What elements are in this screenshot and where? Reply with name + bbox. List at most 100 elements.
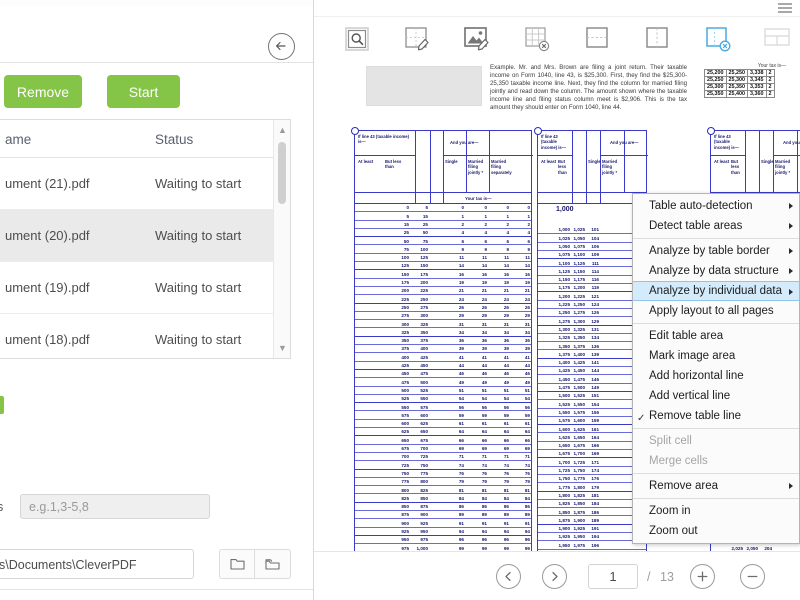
table-row[interactable]: 1,4251,450 144 — [538, 367, 646, 376]
table-row[interactable]: 975 1,000 99 99 99 99 — [355, 544, 531, 551]
selection-handle-top-middle[interactable] — [534, 127, 542, 135]
table-row[interactable]: 15 25 2 2 2 2 — [355, 221, 531, 229]
table-row[interactable]: 50 75 6 6 6 6 — [355, 237, 531, 246]
table-row[interactable]: 200 225 21 21 21 21 — [355, 287, 531, 296]
table-row[interactable]: 225 250 24 24 24 24 — [355, 295, 531, 304]
table-row[interactable]: 1,3251,350 134 — [538, 334, 646, 343]
table-row[interactable]: 1,1251,150 114 — [538, 268, 646, 276]
remove-table-line-tool-button[interactable] — [522, 25, 552, 53]
table-row[interactable]: 475 500 49 49 49 49 — [355, 378, 531, 387]
menu-item-zoom-out[interactable]: Zoom out — [633, 521, 799, 541]
table-row[interactable]: 1,2251,250 124 — [538, 301, 646, 309]
scrollbar-thumb[interactable] — [278, 142, 286, 204]
menu-item-detect-table-areas[interactable]: Detect table areas — [633, 216, 799, 236]
table-row[interactable]: 250 275 26 26 26 26 — [355, 304, 531, 312]
table-row[interactable]: 1,3501,375 136 — [538, 342, 646, 351]
table-row[interactable]: 1,3001,325 131 — [538, 326, 646, 334]
menu-item-remove-table-line[interactable]: ✓ Remove table line — [633, 406, 799, 426]
table-row[interactable]: 1,0001,025 101 — [538, 226, 646, 235]
table-row[interactable]: 1,9501,975 196 — [538, 541, 646, 550]
table-row[interactable]: ument (19).pdf Waiting to start — [0, 262, 290, 314]
table-row[interactable]: 950 975 96 96 96 96 — [355, 536, 531, 545]
table-row[interactable]: 100 125 11 11 11 11 — [355, 254, 531, 263]
table-row[interactable]: 1,0251,050 104 — [538, 234, 646, 243]
page-number-input[interactable]: 1 — [588, 564, 638, 589]
back-button[interactable] — [268, 33, 295, 60]
table-row[interactable]: 700 725 71 71 71 71 — [355, 453, 531, 462]
table-row[interactable]: 150 175 16 16 16 16 — [355, 270, 531, 279]
table-row[interactable]: 850 875 86 86 86 86 — [355, 503, 531, 512]
open-folder-button[interactable] — [255, 549, 291, 579]
table-row[interactable]: 1,4501,475 146 — [538, 375, 646, 384]
table-row[interactable]: 1,0501,075 106 — [538, 243, 646, 251]
table-row[interactable]: 1,6751,700 169 — [538, 450, 646, 459]
page-range-input[interactable]: e.g.1,3-5,8 — [20, 494, 210, 519]
table-row[interactable]: 775 800 79 79 79 79 — [355, 478, 531, 487]
table-row[interactable]: 1,8751,900 189 — [538, 517, 646, 525]
table-row[interactable]: ument (20).pdf Waiting to start — [0, 210, 290, 262]
table-row[interactable]: 550 575 56 56 56 56 — [355, 403, 531, 412]
table-row[interactable]: 1,4001,425 141 — [538, 359, 646, 368]
menu-item-table-auto-detection[interactable]: Table auto-detection — [633, 196, 799, 216]
file-list-scrollbar[interactable]: ▲ ▼ — [273, 120, 290, 358]
remove-button[interactable]: Remove — [4, 75, 82, 108]
table-row[interactable]: 1,9001,925 191 — [538, 525, 646, 534]
table-row[interactable]: 1,6251,650 164 — [538, 434, 646, 442]
menu-item-mark-image-area[interactable]: Mark image area — [633, 346, 799, 366]
start-button[interactable]: Start — [107, 75, 180, 108]
table-row[interactable]: ument (21).pdf Waiting to start — [0, 158, 290, 210]
table-row[interactable]: 1,7501,775 176 — [538, 475, 646, 484]
table-row[interactable]: 1,5501,575 156 — [538, 409, 646, 417]
menu-item-apply-layout-to-all-pages[interactable]: Apply layout to all pages — [633, 301, 799, 321]
remove-area-tool-button[interactable] — [702, 25, 732, 53]
table-row[interactable]: 675 700 69 69 69 69 — [355, 445, 531, 453]
next-page-button[interactable] — [542, 564, 567, 589]
scroll-down-icon[interactable]: ▼ — [278, 343, 287, 353]
add-vertical-line-tool-button[interactable] — [642, 25, 672, 53]
table-row[interactable]: 1,5251,550 154 — [538, 400, 646, 409]
table-row[interactable]: 1,5001,525 151 — [538, 392, 646, 401]
edit-table-area-tool-button[interactable] — [402, 25, 432, 53]
table-row[interactable]: 1,7251,750 174 — [538, 467, 646, 475]
table-row[interactable]: 5 15 1 1 1 1 — [355, 212, 531, 221]
table-row[interactable]: 500 525 51 51 51 51 — [355, 387, 531, 395]
tax-table-column-1[interactable]: If line 43 (taxable income) is— And you … — [354, 130, 533, 551]
table-row[interactable]: 925 950 94 94 94 94 — [355, 528, 531, 536]
table-row[interactable]: 1,2501,275 126 — [538, 309, 646, 318]
table-row[interactable]: 325 350 34 34 34 34 — [355, 329, 531, 337]
table-row[interactable]: 875 900 89 89 89 89 — [355, 511, 531, 520]
table-row[interactable]: 1,3751,400 139 — [538, 351, 646, 359]
table-row[interactable]: 625 650 64 64 64 64 — [355, 428, 531, 437]
table-row[interactable]: 1,6501,675 166 — [538, 442, 646, 451]
table-row[interactable]: 750 775 76 76 76 76 — [355, 470, 531, 478]
table-row[interactable]: 1,0751,100 109 — [538, 251, 646, 260]
selection-handle-top-right[interactable] — [707, 127, 715, 135]
table-row[interactable]: 525 550 54 54 54 54 — [355, 395, 531, 404]
menu-item-analyze-by-individual-data[interactable]: Analyze by individual data — [633, 281, 799, 301]
table-row[interactable]: 825 850 84 84 84 84 — [355, 495, 531, 503]
table-row[interactable]: 0 5 0 0 0 0 — [355, 204, 531, 213]
merge-split-cells-tool-button[interactable] — [762, 25, 792, 53]
menu-item-edit-table-area[interactable]: Edit table area — [633, 326, 799, 346]
menu-item-remove-area[interactable]: Remove area — [633, 476, 799, 496]
choose-folder-button[interactable] — [219, 549, 255, 579]
table-row[interactable]: 1,8251,850 184 — [538, 500, 646, 509]
table-context-menu[interactable]: Table auto-detection Detect table areas An… — [632, 193, 800, 544]
add-horizontal-line-tool-button[interactable] — [582, 25, 612, 53]
scroll-up-icon[interactable]: ▲ — [278, 125, 287, 135]
zoom-in-button[interactable] — [690, 564, 715, 589]
table-row[interactable]: 1,8501,875 186 — [538, 508, 646, 517]
mark-image-area-tool-button[interactable] — [462, 25, 492, 53]
table-row[interactable]: 650 675 66 66 66 66 — [355, 436, 531, 445]
selection-handle-top-left[interactable] — [351, 127, 359, 135]
table-row[interactable]: 725 750 74 74 74 74 — [355, 461, 531, 470]
zoom-select-tool-button[interactable] — [342, 25, 372, 53]
table-row[interactable]: 375 400 39 39 39 39 — [355, 345, 531, 354]
zoom-out-button[interactable] — [740, 564, 765, 589]
table-row[interactable]: 1,5751,600 159 — [538, 417, 646, 426]
table-row[interactable]: 75 100 9 9 9 9 — [355, 246, 531, 254]
menu-item-zoom-in[interactable]: Zoom in — [633, 501, 799, 521]
table-row[interactable]: 125 150 14 14 14 14 — [355, 262, 531, 271]
table-row[interactable]: 900 925 91 91 91 91 — [355, 519, 531, 528]
output-path-input[interactable]: ws\Documents\CleverPDF — [0, 549, 194, 579]
